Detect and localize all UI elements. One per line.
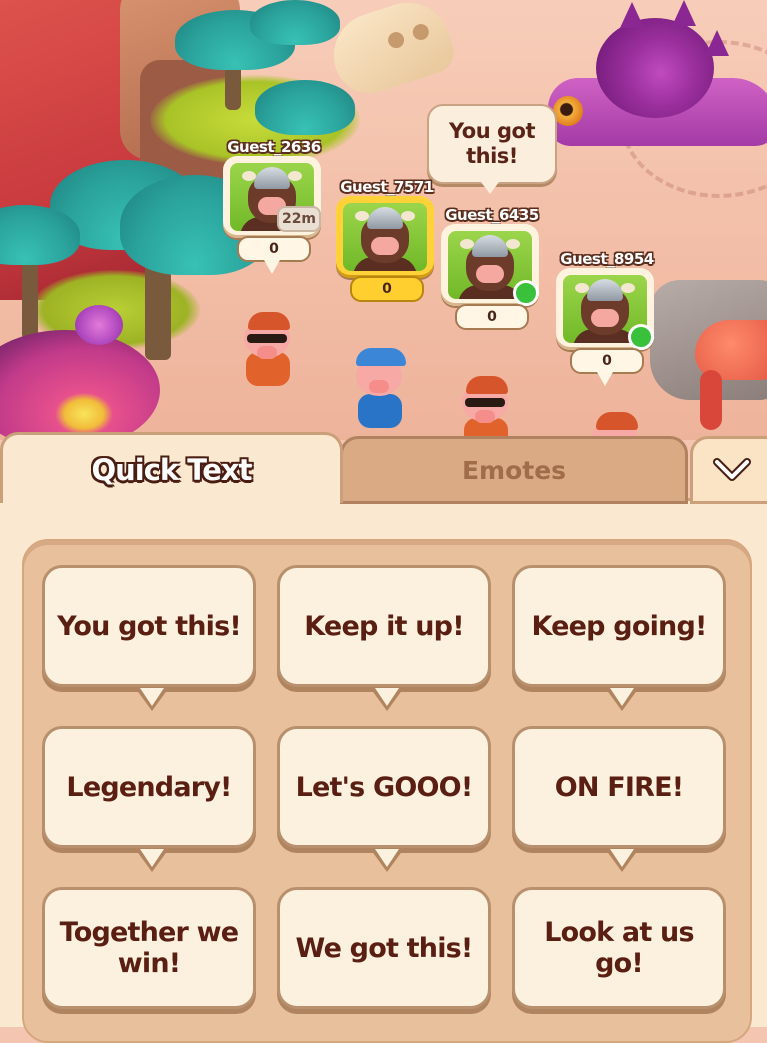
quick-text-label: Let's GOOO! [295,771,474,803]
tab-quick-text[interactable]: Quick Text [0,432,343,503]
spike-decoration [620,2,644,28]
quick-text-label: Keep going! [531,610,708,642]
timer-badge: 22m [277,206,321,232]
teal-palm-decoration [255,80,355,135]
quick-text-button[interactable]: Legendary! [42,726,256,872]
quick-text-label: Together we win! [59,917,239,979]
tab-emotes[interactable]: Emotes [340,436,688,504]
quick-text-button[interactable]: You got this! [42,565,256,711]
player-name: Guest_6435 [445,206,539,224]
quick-text-button[interactable]: ON FIRE! [512,726,726,872]
teal-palm-decoration [250,0,340,45]
player-name: Guest_2636 [227,138,321,156]
quick-text-grid: You got this! Keep it up! Keep going! Le… [22,539,752,1043]
quick-text-label: ON FIRE! [554,771,684,803]
lizard-tail [700,370,722,430]
quick-text-button[interactable]: Together we win! [42,887,256,1009]
quick-text-label: You got this! [57,610,242,642]
panel-body: You got this! Keep it up! Keep going! Le… [0,498,767,1043]
player-name: Guest_7571 [340,178,434,196]
avatar-frame [336,196,434,278]
chevron-down-icon [712,458,751,481]
speech-bubble: You got this! [427,104,557,184]
avatar [343,203,427,271]
map-pin [264,260,280,274]
quick-text-label: Keep it up! [304,610,464,642]
score-pill: 0 [455,304,529,330]
quick-text-button[interactable]: We got this! [277,887,491,1009]
online-status-icon [628,324,654,350]
player-name: Guest_8954 [560,250,654,268]
spike-decoration [672,0,696,26]
map-pin [597,372,613,386]
quick-text-button[interactable]: Keep it up! [277,565,491,711]
purple-flower-decoration [75,305,123,345]
quick-text-label: We got this! [295,932,474,964]
score-pill: 0 [570,348,644,374]
collapse-button[interactable] [690,436,767,504]
online-status-icon [513,280,539,306]
avatar-frame [441,224,539,306]
quick-text-button[interactable]: Let's GOOO! [277,726,491,872]
quick-text-button[interactable]: Keep going! [512,565,726,711]
game-scene: You got this! Guest_2636 22m 0 Guest_757… [0,0,767,440]
skull-decoration [322,0,460,103]
speech-bubble-tail [478,178,502,194]
spike-decoration [705,30,729,56]
snail-eye [553,96,583,126]
avatar-frame [556,268,654,350]
quick-text-button[interactable]: Look at us go! [512,887,726,1009]
score-pill: 0 [350,276,424,302]
score-pill: 0 [237,236,311,262]
quick-text-label: Legendary! [66,771,232,803]
avatar-frame: 22m [223,156,321,238]
snail-creature-shell [596,18,714,118]
quick-chat-panel: You got this! Keep it up! Keep going! Le… [0,432,767,1043]
quick-text-label: Look at us go! [544,917,694,979]
